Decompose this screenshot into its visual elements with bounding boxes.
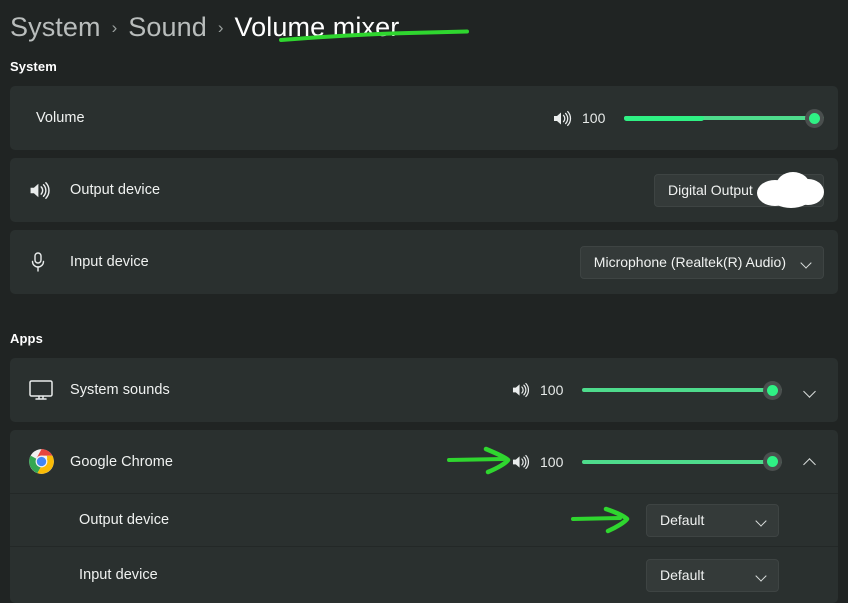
chrome-input-device-label: Input device	[79, 567, 158, 583]
system-input-device-value: Microphone (Realtek(R) Audio)	[593, 254, 786, 270]
microphone-icon	[28, 251, 58, 273]
system-sounds-expand-button[interactable]	[794, 375, 824, 405]
slider-thumb[interactable]	[763, 380, 782, 400]
google-chrome-label: Google Chrome	[70, 453, 174, 470]
breadcrumb-item-sound[interactable]: Sound	[128, 12, 207, 43]
chrome-input-device-dropdown[interactable]: Default	[646, 558, 779, 592]
slider-track	[582, 459, 782, 464]
chrome-output-device-row: Output device Default	[10, 494, 838, 546]
chrome-input-device-value: Default	[660, 567, 705, 583]
output-device-row: Output device Digital Output	[10, 158, 838, 222]
chevron-up-icon	[803, 455, 816, 468]
chevron-down-icon	[755, 514, 768, 527]
system-sounds-volume-slider[interactable]	[582, 380, 782, 400]
chrome-output-device-dropdown[interactable]: Default	[646, 503, 779, 537]
system-input-device-dropdown[interactable]: Microphone (Realtek(R) Audio)	[579, 245, 824, 279]
system-sounds-volume-value: 100	[540, 382, 564, 398]
section-title-apps: Apps	[10, 331, 43, 346]
output-device-card[interactable]: Output device Digital Output	[10, 158, 838, 222]
speaker-wave-icon	[511, 454, 530, 470]
chrome-output-device-label: Output device	[79, 512, 170, 528]
google-chrome-row-inner: Google Chrome 100	[10, 430, 838, 493]
input-device-row: Input device Microphone (Realtek(R) Audi…	[10, 230, 838, 294]
system-sounds-label: System sounds	[70, 382, 170, 398]
app-card-google-chrome: Google Chrome 100 Output device Default …	[10, 430, 838, 603]
breadcrumb-separator-icon: ›	[217, 18, 224, 37]
system-output-device-value: Digital Output	[668, 182, 753, 198]
input-device-card[interactable]: Input device Microphone (Realtek(R) Audi…	[10, 230, 838, 294]
output-device-label: Output device	[70, 182, 161, 198]
chrome-icon	[28, 448, 58, 475]
chrome-output-device-value: Default	[660, 512, 705, 528]
input-device-label: Input device	[70, 254, 149, 270]
speaker-wave-icon	[552, 110, 572, 127]
volume-mixer-settings-page: System › Sound › Volume mixer System Vol…	[0, 0, 848, 603]
breadcrumb: System › Sound › Volume mixer	[0, 0, 848, 48]
slider-thumb[interactable]	[805, 108, 824, 128]
chevron-down-icon	[800, 256, 813, 269]
volume-label: Volume	[36, 110, 85, 126]
volume-slider[interactable]	[624, 108, 824, 128]
google-chrome-collapse-button[interactable]	[794, 447, 824, 477]
volume-row: Volume 100	[10, 86, 838, 150]
slider-track	[582, 388, 782, 392]
chrome-output-device-row-inner: Output device Default	[10, 494, 838, 546]
volume-card: Volume 100	[10, 86, 838, 150]
speaker-wave-icon	[28, 181, 58, 200]
google-chrome-volume-value: 100	[540, 453, 564, 470]
redaction-blob	[757, 171, 824, 208]
breadcrumb-current-wrapper: Volume mixer	[235, 12, 400, 43]
slider-thumb[interactable]	[763, 452, 782, 471]
monitor-icon	[28, 379, 58, 401]
chrome-input-device-row-inner: Input device Default	[10, 547, 838, 603]
app-card-system-sounds: System sounds 100	[10, 358, 838, 422]
system-sounds-row: System sounds 100	[10, 358, 838, 422]
system-sounds-slider-group: 100	[511, 375, 824, 405]
chevron-down-icon	[800, 184, 813, 197]
chevron-down-icon	[755, 569, 768, 582]
chrome-input-device-row: Input device Default	[10, 547, 838, 603]
system-output-device-dropdown[interactable]: Digital Output	[654, 171, 824, 208]
breadcrumb-item-system[interactable]: System	[10, 12, 101, 43]
volume-value: 100	[582, 110, 606, 126]
section-title-system: System	[10, 59, 57, 74]
google-chrome-slider-group: 100	[511, 447, 824, 477]
volume-slider-group: 100	[552, 108, 824, 128]
breadcrumb-item-volume-mixer: Volume mixer	[234, 11, 400, 42]
speaker-wave-icon	[511, 382, 530, 398]
google-chrome-row: Google Chrome 100	[10, 430, 838, 493]
slider-level-meter	[624, 115, 704, 121]
breadcrumb-separator-icon: ›	[111, 18, 118, 37]
chevron-down-icon	[803, 384, 816, 397]
google-chrome-volume-slider[interactable]	[582, 452, 782, 471]
